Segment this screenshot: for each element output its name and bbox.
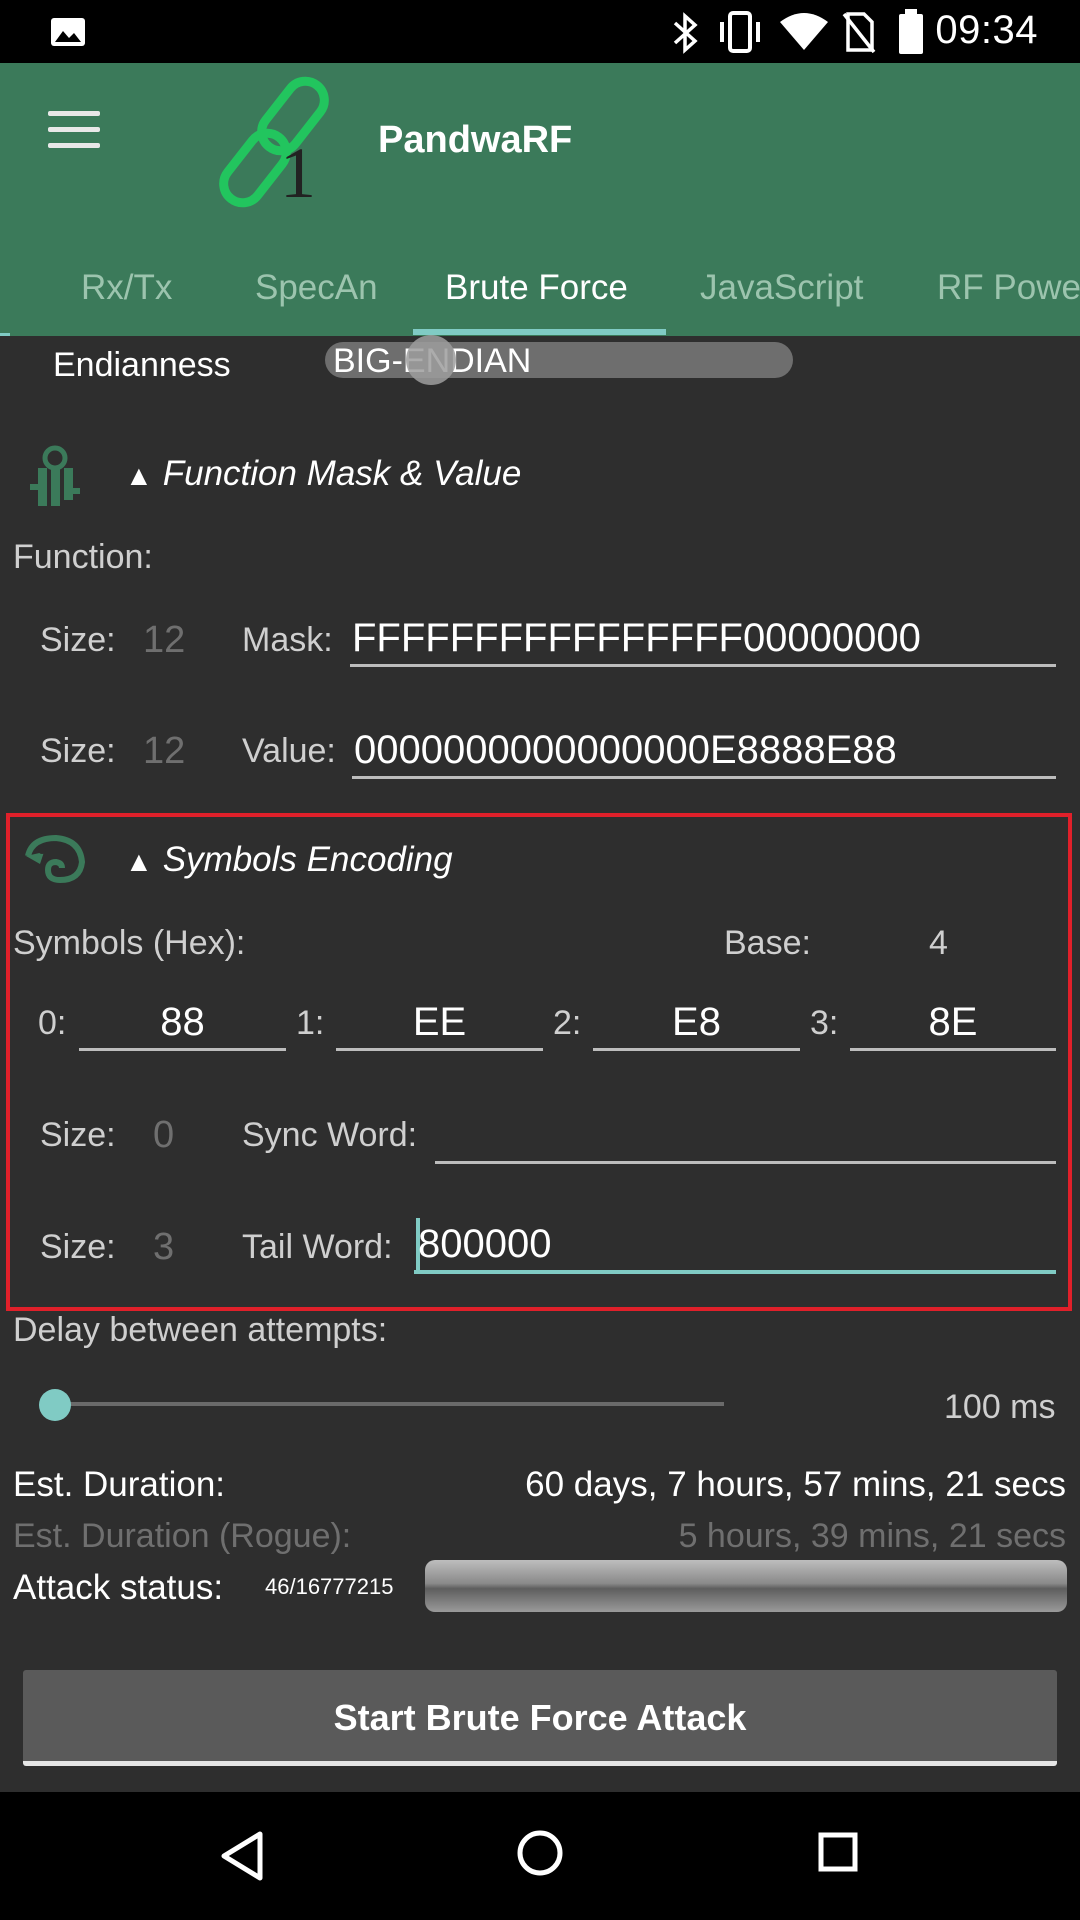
tab-bar: Rx/Tx SpecAn Brute Force JavaScript RF P… xyxy=(0,248,1080,336)
logo-digit: 1 xyxy=(280,133,316,213)
hamburger-menu-icon[interactable] xyxy=(40,111,106,171)
symbol-0-label: 0: xyxy=(38,1004,67,1042)
sync-size-label: Size: xyxy=(40,1116,116,1154)
attack-progress-bar xyxy=(425,1560,1067,1612)
base-value: 4 xyxy=(929,924,948,962)
tail-word-input[interactable]: 800000 xyxy=(414,1218,1056,1274)
brute-force-panel: Endianness BIG-ENDIAN ▲Function Mask & V… xyxy=(0,335,1080,1792)
delay-value: 100 ms xyxy=(944,1388,1056,1426)
est-duration-rogue-value: 5 hours, 39 mins, 21 secs xyxy=(678,1517,1066,1555)
tab-specan[interactable]: SpecAn xyxy=(255,248,378,336)
battery-icon xyxy=(899,9,923,54)
mask-label: Mask: xyxy=(242,621,333,659)
value-size-label: Size: xyxy=(40,732,116,770)
symbol-3-input[interactable]: 8E xyxy=(850,996,1056,1051)
keys-icon xyxy=(30,445,80,506)
active-tab-indicator xyxy=(413,329,666,335)
collapse-triangle-icon: ▲ xyxy=(125,460,153,491)
start-brute-force-button[interactable]: Start Brute Force Attack xyxy=(23,1670,1057,1766)
mask-size-value: 12 xyxy=(143,619,186,661)
tab-rxtx[interactable]: Rx/Tx xyxy=(81,248,172,336)
tab-brute-force[interactable]: Brute Force xyxy=(445,248,628,336)
vibrate-icon xyxy=(720,11,760,53)
tab-rf-power[interactable]: RF Powe xyxy=(937,248,1080,336)
app-logo: 1 xyxy=(219,76,329,213)
value-input[interactable]: 0000000000000000E8888E88 xyxy=(352,724,1056,779)
endianness-toggle-thumb[interactable] xyxy=(406,335,456,385)
home-icon[interactable] xyxy=(515,1828,565,1878)
mask-size-label: Size: xyxy=(40,621,116,659)
chameleon-icon xyxy=(25,834,86,884)
function-section-header[interactable]: ▲ Function Mask & Value xyxy=(125,454,521,494)
symbol-1-input[interactable]: EE xyxy=(336,996,543,1051)
tail-size-value: 3 xyxy=(153,1226,175,1268)
sync-word-input[interactable] xyxy=(435,1106,1056,1164)
symbol-0-input[interactable]: 88 xyxy=(79,996,286,1051)
app-title: PandwaRF xyxy=(378,119,573,161)
symbol-2-label: 2: xyxy=(553,1004,582,1042)
navigation-bar xyxy=(0,1792,1080,1920)
symbols-section-header[interactable]: ▲ Symbols Encoding xyxy=(125,840,453,880)
function-label: Function: xyxy=(13,538,153,576)
app-bar: 1 PandwaRF Rx/Tx SpecAn Brute Force Java… xyxy=(0,63,1080,336)
symbols-section-title: Symbols Encoding xyxy=(162,840,453,879)
status-bar: 09:34 xyxy=(0,0,1080,63)
attack-status-label: Attack status: xyxy=(13,1568,224,1607)
delay-slider-thumb[interactable] xyxy=(39,1389,71,1421)
endianness-label: Endianness xyxy=(53,346,231,384)
tail-size-label: Size: xyxy=(40,1228,116,1266)
image-icon xyxy=(51,18,85,46)
est-duration-value: 60 days, 7 hours, 57 mins, 21 secs xyxy=(525,1465,1066,1504)
est-duration-rogue-label: Est. Duration (Rogue): xyxy=(13,1517,352,1555)
symbol-1-label: 1: xyxy=(296,1004,325,1042)
tail-word-value: 800000 xyxy=(418,1222,552,1266)
function-section-title: Function Mask & Value xyxy=(162,454,522,493)
value-label: Value: xyxy=(242,732,336,770)
value-size-value: 12 xyxy=(143,730,186,772)
base-label: Base: xyxy=(724,924,811,962)
tail-word-label: Tail Word: xyxy=(242,1228,393,1266)
attack-progress-text: 46/16777215 xyxy=(265,1574,394,1599)
sync-word-label: Sync Word: xyxy=(242,1116,418,1154)
symbol-2-input[interactable]: E8 xyxy=(593,996,800,1051)
bluetooth-icon xyxy=(673,12,698,54)
symbols-hex-label: Symbols (Hex): xyxy=(13,924,246,962)
wifi-icon xyxy=(780,13,828,50)
back-icon[interactable] xyxy=(218,1830,266,1882)
sync-size-value: 0 xyxy=(153,1114,175,1156)
delay-label: Delay between attempts: xyxy=(13,1311,388,1349)
recents-icon[interactable] xyxy=(817,1831,859,1873)
symbol-3-label: 3: xyxy=(810,1004,839,1042)
mask-input[interactable]: FFFFFFFFFFFFFFFF00000000 xyxy=(350,612,1056,667)
delay-slider-track[interactable] xyxy=(54,1402,724,1406)
tab-javascript[interactable]: JavaScript xyxy=(700,248,863,336)
collapse-triangle-icon: ▲ xyxy=(125,846,153,877)
est-duration-label: Est. Duration: xyxy=(13,1465,226,1504)
no-sim-icon xyxy=(842,12,876,54)
clock: 09:34 xyxy=(935,8,1038,52)
